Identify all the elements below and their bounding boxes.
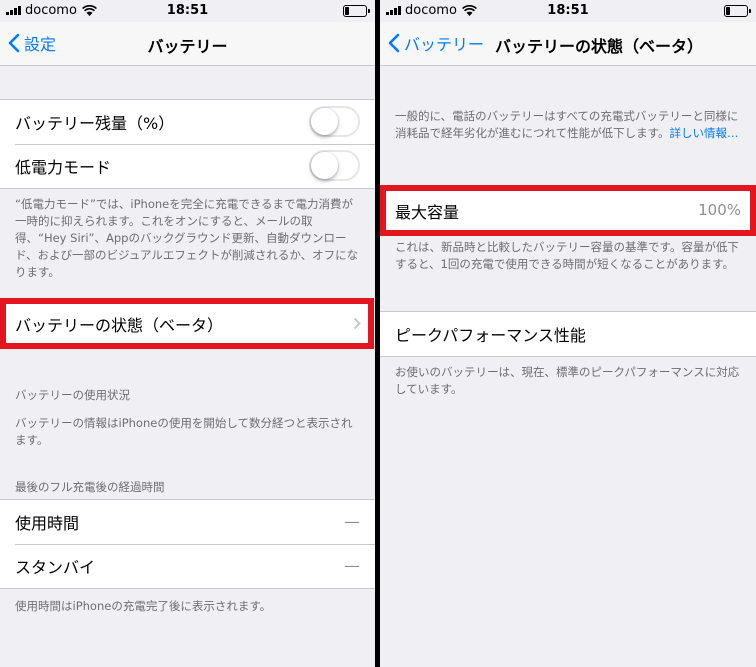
- usage-note: バッテリーの情報はiPhoneの使用を開始して数分経つと表示されます。: [15, 416, 353, 447]
- capacity-note: これは、新品時と比較したバッテリー容量の基準です。容量が低下すると、1回の充電で…: [395, 240, 739, 271]
- page-title: バッテリー: [147, 37, 228, 56]
- peak-performance-row: ピークパフォーマンス性能: [380, 312, 756, 356]
- highlight-frame: [0, 298, 374, 349]
- low-power-mode-toggle[interactable]: [309, 150, 360, 181]
- standby-value: —: [344, 556, 360, 575]
- standby-row: スタンバイ —: [0, 544, 375, 588]
- usage-time-value: —: [344, 512, 360, 531]
- battery-options-group: バッテリー残量（%） 低電力モード: [0, 99, 375, 189]
- since-charge-section-header: 最後のフル充電後の経過時間: [15, 480, 165, 494]
- low-power-mode-row: 低電力モード: [0, 144, 375, 188]
- since-charge-group: 使用時間 — スタンバイ —: [0, 499, 375, 589]
- peak-performance-group: ピークパフォーマンス性能: [380, 311, 756, 357]
- navigation-bar: 設定 バッテリー: [0, 22, 375, 66]
- back-button-label: バッテリー: [404, 35, 485, 54]
- battery-settings-screen: docomo 18:51 設定 バッテリー バッテリー残量（%） 低電力モード …: [0, 0, 375, 667]
- low-power-mode-label: 低電力モード: [15, 158, 112, 177]
- battery-percentage-row: バッテリー残量（%）: [0, 100, 375, 144]
- battery-intro-note: 一般的に、電話のバッテリーはすべての充電式バッテリーと同様に消耗品で経年劣化が進…: [395, 108, 741, 142]
- battery-icon: [724, 5, 751, 17]
- highlight-frame: [380, 185, 756, 236]
- battery-health-screen: docomo 18:51 バッテリー バッテリーの状態（ベータ） 一般的に、電話…: [380, 0, 756, 667]
- battery-icon: [343, 5, 370, 17]
- usage-time-label: 使用時間: [15, 514, 80, 533]
- usage-time-row: 使用時間 —: [0, 500, 375, 544]
- status-time: 18:51: [166, 3, 209, 18]
- peak-performance-label: ピークパフォーマンス性能: [395, 326, 586, 345]
- back-button[interactable]: バッテリー: [388, 31, 484, 55]
- low-power-mode-note: “低電力モード”では、iPhoneを完全に充電できるまで電力消費が一時的に抑えら…: [15, 197, 359, 279]
- page-title: バッテリーの状態（ベータ）: [495, 37, 704, 56]
- usage-time-footnote: 使用時間はiPhoneの充電完了後に表示されます。: [15, 599, 272, 613]
- learn-more-link[interactable]: 詳しい情報…: [670, 126, 739, 140]
- battery-percentage-label: バッテリー残量（%）: [15, 114, 175, 133]
- battery-percentage-toggle[interactable]: [309, 106, 360, 137]
- status-bar: docomo 18:51: [0, 0, 375, 22]
- status-time: 18:51: [547, 3, 589, 18]
- chevron-left-icon: [388, 33, 400, 53]
- status-bar: docomo 18:51: [380, 0, 756, 22]
- navigation-bar: バッテリー バッテリーの状態（ベータ）: [380, 22, 756, 66]
- standby-label: スタンバイ: [15, 558, 96, 577]
- usage-section-header: バッテリーの使用状況: [15, 388, 130, 402]
- peak-performance-note: お使いのバッテリーは、現在、標準のピークパフォーマンスに対応しています。: [395, 365, 740, 396]
